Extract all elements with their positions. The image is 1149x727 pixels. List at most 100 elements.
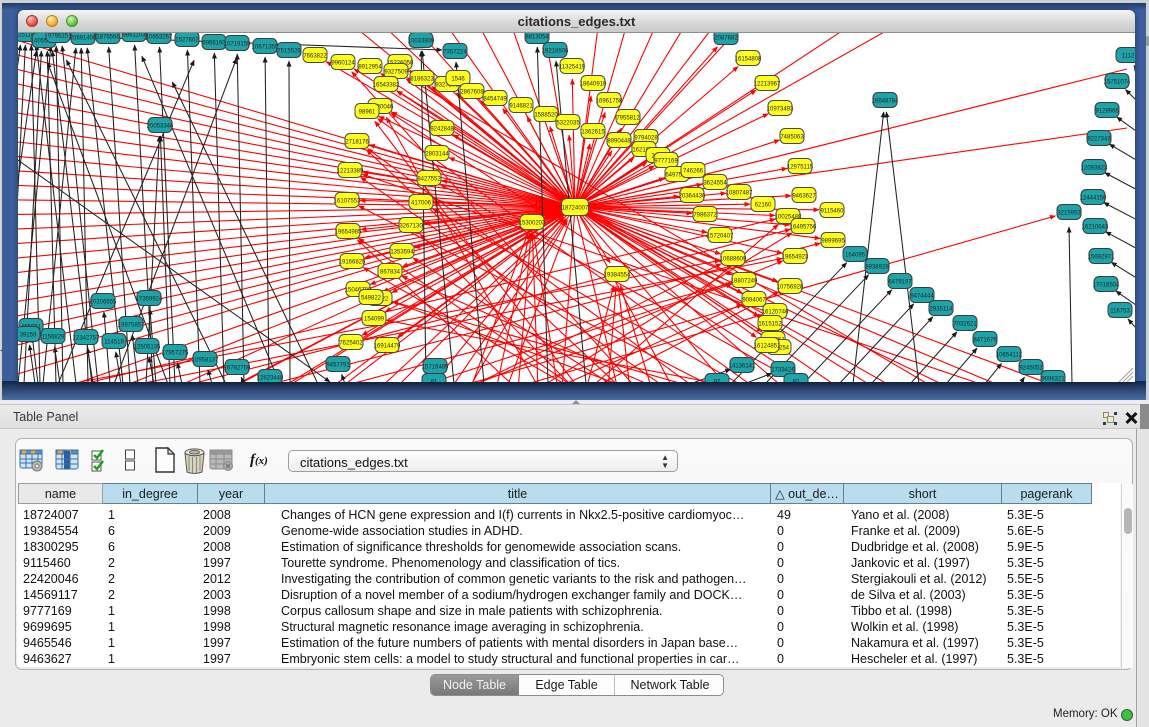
svg-text:9899695: 9899695: [821, 239, 845, 245]
svg-text:9960124: 9960124: [331, 61, 355, 67]
svg-text:19218506: 19218506: [542, 49, 569, 55]
svg-text:7032621: 7032621: [953, 322, 977, 328]
svg-text:12975115: 12975115: [787, 165, 814, 171]
svg-text:746266: 746266: [683, 169, 704, 175]
svg-text:9115460: 9115460: [821, 209, 845, 215]
svg-text:10688609: 10688609: [720, 257, 747, 263]
svg-text:18807249: 18807249: [731, 279, 758, 285]
svg-text:20691406: 20691406: [70, 36, 97, 42]
svg-text:1588520: 1588520: [534, 113, 558, 119]
svg-text:116753: 116753: [1110, 309, 1130, 315]
svg-text:19654923: 19654923: [782, 255, 809, 261]
svg-text:16120746: 16120746: [762, 310, 789, 316]
svg-text:5322035: 5322035: [556, 121, 580, 127]
svg-text:164095: 164095: [845, 253, 866, 259]
svg-text:10033809: 10033809: [408, 39, 435, 45]
svg-text:12213967: 12213967: [754, 82, 781, 88]
svg-text:2935114: 2935114: [930, 307, 954, 313]
svg-text:9146821: 9146821: [509, 104, 533, 110]
svg-text:2718176: 2718176: [345, 140, 369, 146]
svg-text:10973493: 10973493: [767, 107, 794, 113]
svg-text:18640910: 18640910: [580, 82, 607, 88]
svg-text:1156829: 1156829: [42, 335, 66, 341]
svg-text:9084067: 9084067: [742, 298, 766, 304]
svg-text:1112: 1112: [1122, 54, 1135, 60]
svg-text:7515526: 7515526: [277, 49, 301, 55]
svg-text:19384554: 19384554: [604, 273, 631, 279]
svg-text:17359924: 17359924: [136, 297, 163, 303]
svg-text:20364436: 20364436: [679, 194, 706, 200]
svg-text:17016504: 17016504: [1093, 283, 1120, 289]
svg-text:16543382: 16543382: [373, 83, 400, 89]
svg-text:20206555: 20206555: [90, 300, 117, 306]
svg-text:1527602: 1527602: [175, 38, 199, 44]
svg-text:9777169: 9777169: [654, 159, 678, 165]
svg-text:7357224: 7357224: [443, 50, 467, 56]
svg-text:16961758: 16961758: [596, 99, 623, 105]
svg-text:9096321: 9096321: [1041, 377, 1065, 383]
svg-text:19975857: 19975857: [118, 323, 145, 329]
svg-text:8813054: 8813054: [525, 35, 549, 41]
svg-text:549822: 549822: [361, 296, 382, 302]
svg-text:154099: 154099: [364, 317, 385, 323]
svg-text:9227343: 9227343: [1087, 137, 1111, 143]
svg-text:10653267: 10653267: [146, 35, 173, 41]
svg-text:16210643: 16210643: [1082, 225, 1109, 231]
svg-text:9457791: 9457791: [326, 363, 350, 369]
svg-text:92: 92: [793, 380, 800, 383]
svg-text:2087682: 2087682: [714, 36, 738, 42]
svg-text:979515: 979515: [48, 34, 69, 40]
svg-text:10654112: 10654112: [996, 353, 1023, 359]
svg-text:15716485: 15716485: [422, 365, 449, 371]
svg-text:10807487: 10807487: [726, 191, 753, 197]
svg-text:9327509: 9327509: [384, 70, 408, 76]
svg-text:16154808: 16154808: [735, 57, 762, 63]
svg-text:11325419: 11325419: [559, 65, 586, 71]
svg-text:17957275: 17957275: [162, 351, 189, 357]
svg-text:12444150: 12444150: [1080, 196, 1107, 202]
svg-text:98961: 98961: [359, 110, 376, 116]
svg-text:1353594: 1353594: [390, 250, 414, 256]
svg-text:1733426: 1733426: [771, 368, 795, 374]
svg-text:19654985: 19654985: [335, 230, 362, 236]
svg-text:9474444: 9474444: [910, 294, 934, 300]
svg-text:15720407: 15720407: [707, 234, 734, 240]
svg-text:12093823: 12093823: [1081, 166, 1108, 172]
svg-text:1615152: 1615152: [758, 322, 782, 328]
svg-text:3624554: 3624554: [703, 181, 727, 187]
svg-text:19166825: 19166825: [339, 260, 366, 266]
svg-text:9129966: 9129966: [1095, 109, 1119, 115]
svg-text:8990448: 8990448: [607, 139, 631, 145]
svg-text:7485063: 7485063: [780, 135, 804, 141]
svg-text:16648784: 16648784: [872, 99, 899, 105]
svg-text:3215953: 3215953: [1057, 211, 1081, 217]
svg-text:6479197: 6479197: [888, 280, 912, 286]
svg-text:39159: 39159: [20, 333, 37, 339]
svg-text:8471676: 8471676: [973, 338, 997, 344]
svg-text:7986372: 7986372: [693, 213, 717, 219]
svg-text:2867608: 2867608: [460, 90, 484, 96]
svg-text:114519: 114519: [104, 340, 124, 346]
svg-text:12505135: 12505135: [134, 345, 161, 351]
svg-text:9794028: 9794028: [634, 136, 658, 142]
svg-text:81: 81: [431, 380, 438, 383]
svg-text:97: 97: [714, 380, 721, 383]
svg-text:1362615: 1362615: [581, 130, 605, 136]
svg-text:8912954: 8912954: [358, 65, 382, 71]
svg-text:16782759: 16782759: [224, 366, 251, 372]
svg-text:10671355: 10671355: [252, 45, 279, 51]
svg-text:1876566: 1876566: [96, 35, 120, 41]
svg-text:8427552: 8427552: [417, 177, 441, 183]
svg-text:3267130: 3267130: [399, 224, 423, 230]
svg-text:18724007: 18724007: [562, 206, 589, 212]
svg-text:8454749: 8454749: [483, 97, 507, 103]
svg-text:10756928: 10756928: [777, 285, 804, 291]
svg-text:15692971: 15692971: [1088, 255, 1115, 261]
svg-text:10719155: 10719155: [224, 42, 251, 48]
svg-text:8186323: 8186323: [410, 77, 434, 83]
svg-text:1546: 1546: [451, 77, 465, 83]
svg-text:8938928: 8938928: [865, 265, 889, 271]
svg-text:16107553: 16107553: [334, 199, 361, 205]
svg-text:62160: 62160: [755, 203, 772, 209]
svg-text:15751074: 15751074: [1104, 80, 1131, 86]
